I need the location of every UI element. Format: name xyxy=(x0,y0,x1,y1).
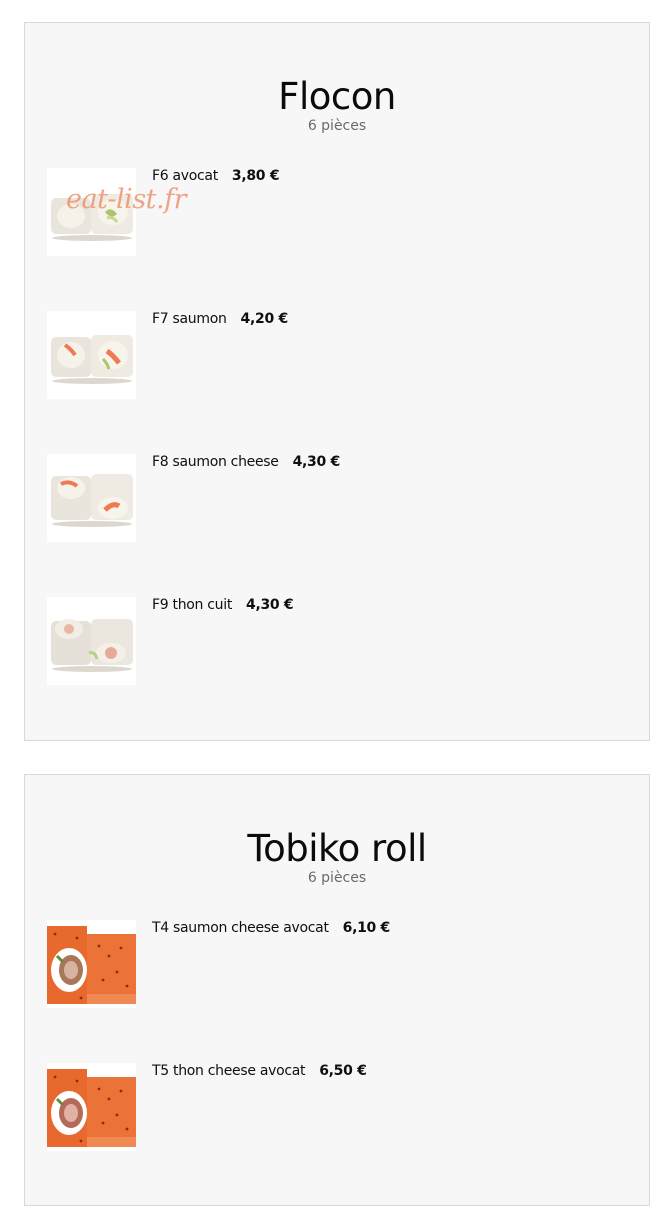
section-subtitle: 6 pièces xyxy=(307,118,367,134)
item-name: T4 saumon cheese avocat xyxy=(152,920,329,936)
menu-item-f8[interactable]: F8 saumon cheese 4,30 € xyxy=(47,454,627,544)
menu-item-t5[interactable]: T5 thon cheese avocat 6,50 € xyxy=(47,1063,627,1153)
menu-item-f9[interactable]: F9 thon cuit 4,30 € xyxy=(47,597,627,687)
item-name: F7 saumon xyxy=(152,311,227,327)
maki-roll-avocado-image xyxy=(47,168,136,256)
section-subtitle: 6 pièces xyxy=(307,870,367,886)
item-name: F6 avocat xyxy=(152,168,218,184)
item-name: F9 thon cuit xyxy=(152,597,233,613)
menu-item-t4[interactable]: T4 saumon cheese avocat 6,10 € xyxy=(47,920,627,1010)
item-name: T5 thon cheese avocat xyxy=(152,1063,306,1079)
item-name: F8 saumon cheese xyxy=(152,454,279,470)
item-price: 4,30 € xyxy=(292,454,341,470)
maki-roll-cooked-tuna-image xyxy=(47,597,136,685)
item-price: 6,50 € xyxy=(319,1063,367,1079)
maki-roll-salmon-image xyxy=(47,311,136,399)
section-title: Flocon xyxy=(278,75,396,118)
menu-section-flocon: Flocon 6 pièces F6 avocat 3,80 € F7 saum… xyxy=(24,22,650,741)
item-price: 4,20 € xyxy=(240,311,289,327)
tobiko-roll-tuna-image xyxy=(47,1063,136,1151)
menu-item-f7[interactable]: F7 saumon 4,20 € xyxy=(47,311,627,401)
item-price: 4,30 € xyxy=(246,597,294,613)
section-title: Tobiko roll xyxy=(247,827,427,870)
menu-item-f6[interactable]: F6 avocat 3,80 € xyxy=(47,168,627,258)
item-price: 3,80 € xyxy=(231,168,280,184)
maki-roll-salmon-cheese-image xyxy=(47,454,136,542)
tobiko-roll-salmon-image xyxy=(47,920,136,1008)
menu-section-tobiko-roll: Tobiko roll 6 pièces T4 saumon cheese av… xyxy=(24,774,650,1206)
item-price: 6,10 € xyxy=(342,920,391,936)
